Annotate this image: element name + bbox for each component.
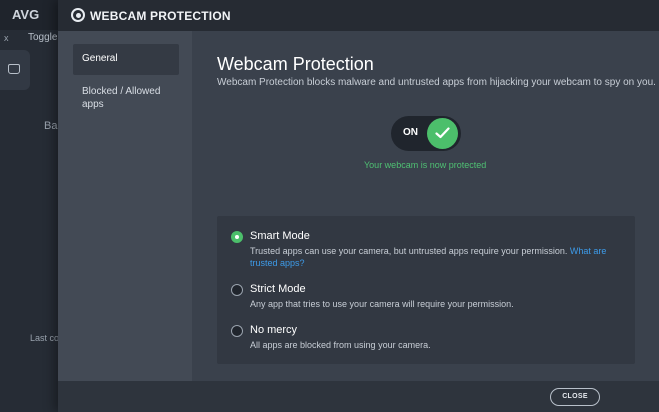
toggle-knob bbox=[427, 118, 458, 149]
smart-mode-description-text: Trusted apps can use your camera, but un… bbox=[250, 246, 570, 256]
background-last-scan-text: Last co bbox=[30, 333, 60, 343]
mode-title: Strict Mode bbox=[250, 283, 306, 295]
sidebar-item-general[interactable]: General bbox=[73, 44, 179, 75]
close-button[interactable]: CLOSE bbox=[550, 388, 600, 406]
dialog-title: WEBCAM PROTECTION bbox=[90, 9, 231, 23]
dialog-titlebar: WEBCAM PROTECTION bbox=[58, 0, 659, 31]
no-mercy-radio[interactable] bbox=[231, 325, 243, 337]
mode-options-panel: Smart Mode Trusted apps can use your cam… bbox=[217, 216, 635, 364]
home-icon bbox=[8, 64, 20, 74]
mode-description: All apps are blocked from using your cam… bbox=[250, 340, 431, 350]
background-partial-text: Ba bbox=[44, 120, 58, 132]
checkmark-icon bbox=[435, 127, 450, 139]
avg-logo: AVG bbox=[12, 7, 40, 22]
background-toggle-label[interactable]: Toggle bbox=[28, 32, 57, 43]
background-close-icon[interactable]: x bbox=[4, 33, 9, 43]
protection-toggle[interactable]: ON bbox=[391, 116, 461, 151]
smart-mode-radio[interactable] bbox=[231, 231, 243, 243]
dialog-content: Webcam Protection Webcam Protection bloc… bbox=[192, 31, 659, 381]
toggle-state-label: ON bbox=[403, 127, 418, 138]
mode-title: Smart Mode bbox=[250, 230, 310, 242]
background-home-button[interactable] bbox=[0, 50, 30, 90]
mode-description: Any app that tries to use your camera wi… bbox=[250, 299, 514, 309]
page-title: Webcam Protection bbox=[217, 54, 374, 74]
mode-description: Trusted apps can use your camera, but un… bbox=[250, 245, 620, 269]
page-description: Webcam Protection blocks malware and unt… bbox=[217, 77, 656, 88]
dialog-footer: CLOSE bbox=[58, 381, 659, 412]
protection-status: Your webcam is now protected bbox=[364, 160, 487, 170]
strict-mode-radio[interactable] bbox=[231, 284, 243, 296]
mode-title: No mercy bbox=[250, 324, 298, 336]
dialog-sidebar: General Blocked / Allowed apps bbox=[58, 31, 192, 381]
webcam-protection-dialog: WEBCAM PROTECTION General Blocked / Allo… bbox=[58, 0, 659, 412]
sidebar-item-blocked-allowed-apps[interactable]: Blocked / Allowed apps bbox=[73, 77, 179, 119]
webcam-shield-icon bbox=[71, 8, 85, 22]
